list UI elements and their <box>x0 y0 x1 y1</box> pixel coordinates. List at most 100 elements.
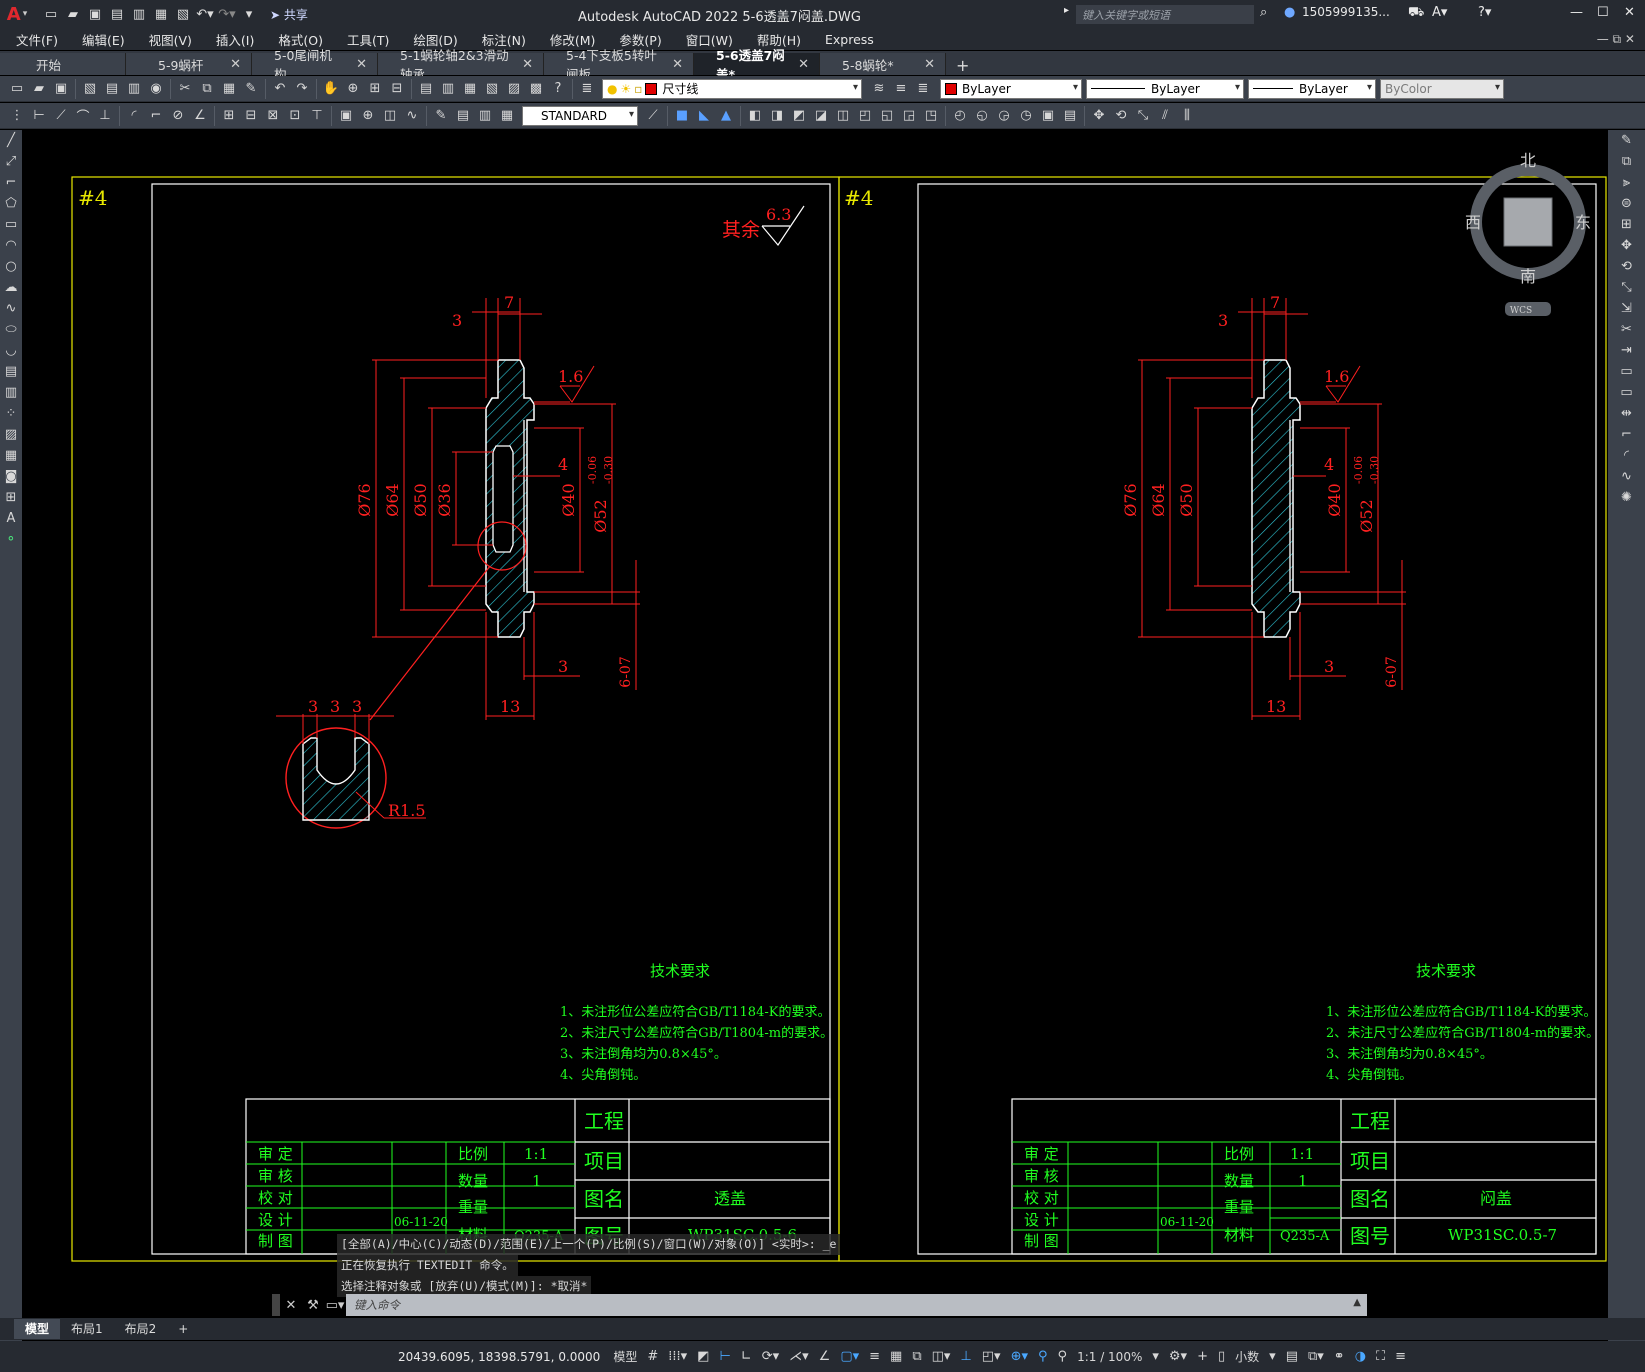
preview-icon[interactable]: ▤ <box>101 79 123 99</box>
hardware-acceleration-icon[interactable]: ◑ <box>1350 1343 1371 1371</box>
shell-icon[interactable]: ◴ <box>949 106 971 126</box>
add-layout-icon[interactable]: + <box>167 1319 199 1339</box>
viewcube[interactable]: 北 南 东 西 WCS <box>1463 146 1593 316</box>
extend-icon[interactable]: ⇥ <box>1608 340 1645 361</box>
point-icon[interactable]: ⁘ <box>0 403 22 424</box>
construction-line-icon[interactable]: ⤢ <box>0 151 22 172</box>
quickcalc-icon[interactable]: ▩ <box>525 79 547 99</box>
minimize-button[interactable]: — <box>1570 5 1583 20</box>
share-button[interactable]: ➤ 共享 <box>270 6 308 23</box>
quick-dim-icon[interactable]: ⊞ <box>218 106 240 126</box>
match-properties-icon[interactable]: ✎ <box>240 79 262 99</box>
aligned-dim-icon[interactable]: ⟋ <box>50 106 72 126</box>
subtract-icon[interactable]: ◱ <box>876 106 898 126</box>
units-dropdown[interactable]: 小数 <box>1230 1343 1264 1371</box>
user-icon[interactable]: ● <box>1284 5 1295 20</box>
viewcube-west[interactable]: 西 <box>1465 213 1481 232</box>
annotation-scale-dropdown[interactable]: 1:1 / 100% <box>1072 1343 1147 1371</box>
object-snap-tracking-icon[interactable]: ∠ <box>814 1343 836 1371</box>
zoom-realtime-icon[interactable]: ⊕ <box>342 79 364 99</box>
model-space-button[interactable]: 模型 <box>608 1343 642 1371</box>
tool-palettes-icon[interactable]: ▦ <box>459 79 481 99</box>
break-icon[interactable]: ▭ <box>1608 382 1645 403</box>
open-icon[interactable]: ▰ <box>28 79 50 99</box>
blend-curves-icon[interactable]: ∿ <box>1608 466 1645 487</box>
circle-icon[interactable]: ○ <box>0 256 22 277</box>
center-mark-icon[interactable]: ⊕ <box>357 106 379 126</box>
scale-3d-icon[interactable]: ⤡ <box>1132 106 1154 126</box>
menu-edit[interactable]: 编辑(E) <box>70 30 137 49</box>
transparency-icon[interactable]: ▦ <box>885 1343 907 1371</box>
region-icon[interactable]: ◙ <box>0 466 22 487</box>
solid-cone-icon[interactable]: ▲ <box>715 106 737 126</box>
units-icon[interactable]: ▯ <box>1213 1343 1230 1371</box>
table-icon[interactable]: ⊞ <box>0 487 22 508</box>
layer-manager-icon[interactable]: ≣ <box>576 79 598 99</box>
hatch-icon[interactable]: ▨ <box>0 424 22 445</box>
polar-tracking-icon[interactable]: ⟳▾ <box>757 1343 784 1371</box>
save-icon[interactable]: ▣ <box>86 6 104 22</box>
mirror-3d-icon[interactable]: ⫼ <box>1176 106 1198 126</box>
move-icon[interactable]: ✥ <box>1608 235 1645 256</box>
tab-start[interactable]: 开始 <box>0 53 126 75</box>
copy-object-icon[interactable]: ⧉ <box>1608 151 1645 172</box>
arc-icon[interactable]: ◠ <box>0 235 22 256</box>
fillet-icon[interactable]: ◜ <box>1608 445 1645 466</box>
ortho-icon[interactable]: ∟ <box>736 1343 757 1371</box>
menu-file[interactable]: 文件(F) <box>0 30 70 49</box>
3d-print-icon[interactable]: ◉ <box>145 79 167 99</box>
separate-icon[interactable]: ▤ <box>1059 106 1081 126</box>
recent-commands-icon[interactable]: ▭▾ <box>324 1298 346 1313</box>
autodesk-app-icon[interactable]: A▾ <box>1432 5 1447 20</box>
lineweight-dropdown[interactable]: ByLayer ▾ <box>1248 78 1376 99</box>
search-input[interactable]: 键入关键字或短语 <box>1076 5 1254 24</box>
dim-break-icon[interactable]: ⊤ <box>306 106 328 126</box>
close-icon[interactable]: ✕ <box>672 57 683 72</box>
drawing-area[interactable]: #4 #4 其余 6.3 Ø76 Ø64 Ø50 Ø36 Ø40 Ø52 -0.… <box>22 130 1608 1310</box>
solid-box-icon[interactable]: ■ <box>671 106 693 126</box>
command-line-grip[interactable] <box>272 1294 280 1316</box>
viewcube-north[interactable]: 北 <box>1520 151 1536 170</box>
infer-constraints-icon[interactable]: ◩ <box>692 1343 714 1371</box>
dim-style-icon[interactable]: ▦ <box>496 106 518 126</box>
insert-block-icon[interactable]: ▤ <box>0 361 22 382</box>
tolerance-icon[interactable]: ▣ <box>335 106 357 126</box>
customize-qat-icon[interactable]: ▾ <box>240 6 258 22</box>
ellipse-icon[interactable]: ⬭ <box>0 319 22 340</box>
linear-dim-icon[interactable]: ⊢ <box>28 106 50 126</box>
zoom-previous-icon[interactable]: ⊟ <box>386 79 408 99</box>
tab-5-1[interactable]: 5-1蜗轮轴2&3滑动轴承 ✕ <box>378 48 544 82</box>
baseline-dim-icon[interactable]: ⊟ <box>240 106 262 126</box>
tab-5-0[interactable]: 5-0尾闸机构 ✕ <box>252 48 378 82</box>
linetype-dropdown[interactable]: ByLayer ▾ <box>1086 78 1244 99</box>
menu-view[interactable]: 视图(V) <box>137 30 204 49</box>
jogged-dim-icon[interactable]: ⌐ <box>145 106 167 126</box>
command-history-toggle-icon[interactable]: ▲ <box>1353 1297 1361 1308</box>
annotation-monitor-icon[interactable]: + <box>1192 1343 1213 1371</box>
color-dropdown[interactable]: ByLayer ▾ <box>940 78 1082 99</box>
isolate-objects-icon[interactable]: ⚭ <box>1329 1343 1350 1371</box>
scale-dropdown-icon[interactable]: ▾ <box>1147 1343 1164 1371</box>
inspection-icon[interactable]: ◫ <box>379 106 401 126</box>
offset-icon[interactable]: ⊜ <box>1608 193 1645 214</box>
new-file-icon[interactable]: ▭ <box>42 6 60 22</box>
gizmo-icon[interactable]: ⊕▾ <box>1006 1343 1033 1371</box>
dynamic-ucs-icon[interactable]: ⊥ <box>955 1343 976 1371</box>
tab-5-9[interactable]: 5-9蜗杆 ✕ <box>126 53 252 75</box>
help-icon[interactable]: ? <box>547 79 569 99</box>
gradient-icon[interactable]: ▦ <box>0 445 22 466</box>
ordinate-dim-icon[interactable]: ⊥ <box>94 106 116 126</box>
annotation-visibility-icon[interactable]: ⚲ <box>1033 1343 1053 1371</box>
join-icon[interactable]: ⇹ <box>1608 403 1645 424</box>
cut-icon[interactable]: ✂ <box>174 79 196 99</box>
spline-icon[interactable]: ∿ <box>0 298 22 319</box>
close-icon[interactable]: ✕ <box>924 57 935 72</box>
auto-scale-icon[interactable]: ⚲ <box>1053 1343 1073 1371</box>
clean-screen-icon[interactable]: ⛶ <box>1371 1343 1390 1371</box>
break-at-point-icon[interactable]: ▭ <box>1608 361 1645 382</box>
redo-icon[interactable]: ↷ <box>291 79 313 99</box>
markup-icon[interactable]: ▨ <box>503 79 525 99</box>
publish-icon[interactable]: ▥ <box>130 6 148 22</box>
undo-icon[interactable]: ↶▾ <box>196 6 214 22</box>
quick-properties-icon[interactable]: ▤ <box>1281 1343 1303 1371</box>
